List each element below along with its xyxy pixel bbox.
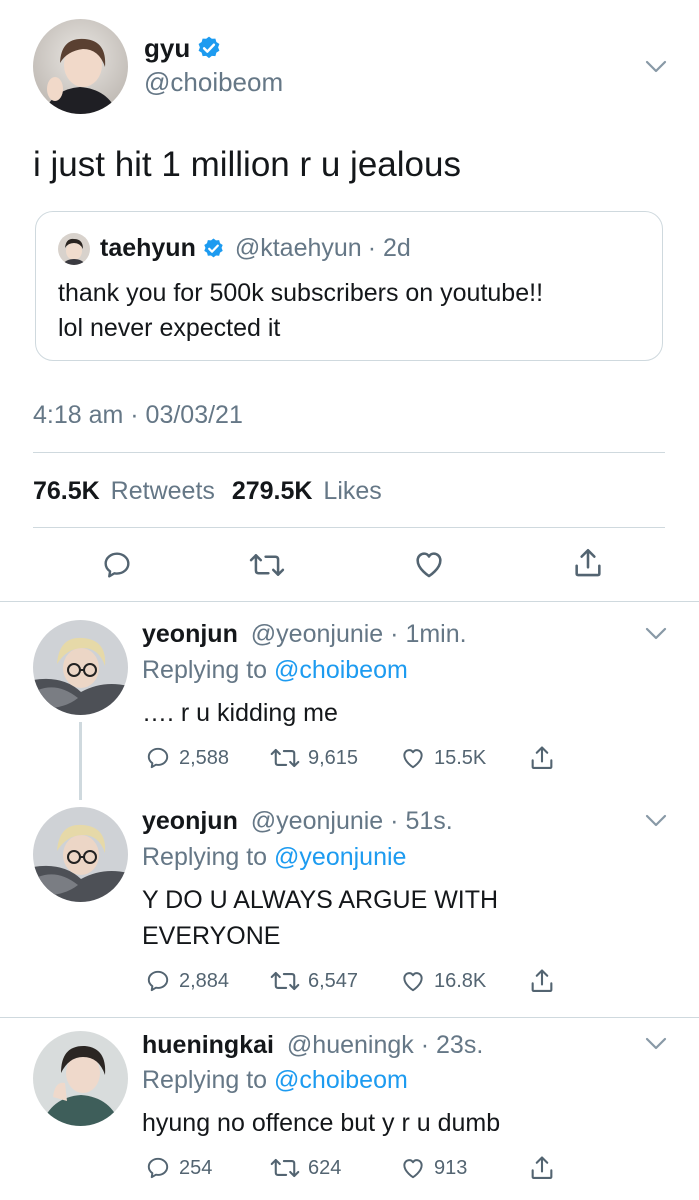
like-count[interactable]: 16.8K [400, 968, 486, 994]
reply-count-value: 254 [179, 1156, 213, 1179]
share-icon[interactable] [528, 1154, 556, 1182]
share-icon[interactable] [528, 967, 556, 995]
replying-to-handle[interactable]: @choibeom [274, 656, 408, 684]
retweet-count[interactable]: 9,615 [270, 745, 358, 771]
tweet-timestamp[interactable]: 4:18 am · 03/03/21 [33, 401, 243, 430]
divider [0, 1017, 699, 1018]
replying-to-label: Replying to [142, 843, 268, 871]
reply-author-handle[interactable]: @yeonjunie [251, 620, 383, 648]
reply-icon [147, 747, 169, 769]
avatar-yeonjun[interactable] [33, 807, 128, 902]
reply-author-name[interactable]: yeonjun [142, 807, 238, 835]
reply-time: · 23s. [420, 1031, 484, 1059]
like-icon [403, 749, 423, 769]
reply-thread-line [79, 722, 82, 800]
like-count[interactable]: 913 [400, 1155, 467, 1181]
like-count[interactable]: 15.5K [400, 745, 486, 771]
verified-icon [204, 237, 223, 257]
reply-text-line-1: Y DO U ALWAYS ARGUE WITH [142, 886, 499, 914]
chevron-down-icon[interactable] [645, 627, 667, 641]
replying-to-handle[interactable]: @yeonjunie [274, 843, 406, 871]
reply-count[interactable]: 2,588 [145, 745, 229, 771]
divider [33, 527, 665, 528]
reply-count[interactable]: 2,884 [145, 968, 229, 994]
chevron-down-icon[interactable] [645, 1037, 667, 1051]
quoted-time: · 2d [367, 233, 411, 262]
reply-time: · 1min. [390, 620, 467, 648]
retweet-icon [270, 748, 300, 768]
engagement-stats: 76.5K Retweets 279.5K Likes [33, 477, 382, 506]
quoted-tweet[interactable]: taehyun @ktaehyun · 2d thank you for 500… [35, 211, 663, 361]
reply-icon [147, 970, 169, 992]
like-count-value: 16.8K [434, 969, 487, 992]
reply-text-line-1: hyung no offence but y r u dumb [142, 1109, 501, 1137]
like-icon [403, 972, 423, 992]
reply-author-name[interactable]: hueningkai [142, 1031, 274, 1059]
retweet-icon [270, 971, 300, 991]
quoted-text-line-2: lol never expected it [58, 314, 281, 342]
chevron-down-icon[interactable] [645, 814, 667, 828]
retweet-count-value: 624 [308, 1156, 342, 1179]
retweet-count[interactable]: 624 [270, 1155, 341, 1181]
reply-author-handle[interactable]: @yeonjunie [251, 807, 383, 835]
divider [33, 452, 665, 453]
likes-label[interactable]: Likes [323, 477, 381, 505]
replying-to-handle[interactable]: @choibeom [274, 1066, 408, 1094]
reply-time: · 51s. [390, 807, 453, 835]
avatar-taehyun [58, 233, 90, 265]
retweet-icon [270, 1158, 300, 1178]
retweets-count[interactable]: 76.5K [33, 477, 100, 505]
replying-to: Replying to @choibeom [142, 1066, 408, 1095]
reply-text-line-1: …. r u kidding me [142, 699, 338, 727]
like-icon [403, 1159, 423, 1179]
replying-to: Replying to @choibeom [142, 656, 408, 685]
reply-icon[interactable] [101, 549, 133, 581]
share-icon[interactable] [571, 546, 605, 580]
quoted-header: taehyun @ktaehyun · 2d [100, 232, 411, 264]
reply-author-name[interactable]: yeonjun [142, 620, 238, 648]
verified-icon [198, 36, 220, 59]
author-handle[interactable]: @choibeom [144, 67, 283, 98]
like-count-value: 15.5K [434, 746, 487, 769]
author-name[interactable]: gyu [144, 33, 190, 64]
replying-to: Replying to @yeonjunie [142, 843, 406, 872]
avatar-hueningkai[interactable] [33, 1031, 128, 1126]
replying-to-label: Replying to [142, 1066, 268, 1094]
reply-text-line-2: EVERYONE [142, 922, 281, 950]
likes-count[interactable]: 279.5K [232, 477, 313, 505]
reply-header: yeonjun @yeonjunie · 51s. [142, 807, 453, 836]
retweet-count-value: 6,547 [308, 969, 359, 992]
reply-count[interactable]: 254 [145, 1155, 212, 1181]
author-name-row: gyu [144, 32, 222, 64]
quoted-author-handle[interactable]: @ktaehyun [235, 234, 362, 263]
tweet-text: i just hit 1 million r u jealous [33, 145, 461, 184]
retweet-icon[interactable] [249, 549, 285, 581]
like-count-value: 913 [434, 1156, 468, 1179]
share-icon[interactable] [528, 744, 556, 772]
quoted-author-name[interactable]: taehyun [100, 234, 196, 263]
reply-count-value: 2,884 [179, 969, 230, 992]
avatar-yeonjun[interactable] [33, 620, 128, 715]
reply-count-value: 2,588 [179, 746, 230, 769]
retweet-count[interactable]: 6,547 [270, 968, 358, 994]
avatar-gyu[interactable] [33, 19, 128, 114]
reply-icon [147, 1157, 169, 1179]
replying-to-label: Replying to [142, 656, 268, 684]
reply-header: yeonjun @yeonjunie · 1min. [142, 620, 467, 649]
reply-author-handle[interactable]: @hueningk [287, 1031, 414, 1059]
reply-header: hueningkai @hueningk · 23s. [142, 1031, 483, 1060]
quoted-text-line-1: thank you for 500k subscribers on youtub… [58, 279, 544, 307]
divider [0, 601, 699, 602]
retweet-count-value: 9,615 [308, 746, 359, 769]
like-icon[interactable] [412, 547, 446, 581]
chevron-down-icon[interactable] [645, 60, 667, 74]
retweets-label[interactable]: Retweets [111, 477, 215, 505]
